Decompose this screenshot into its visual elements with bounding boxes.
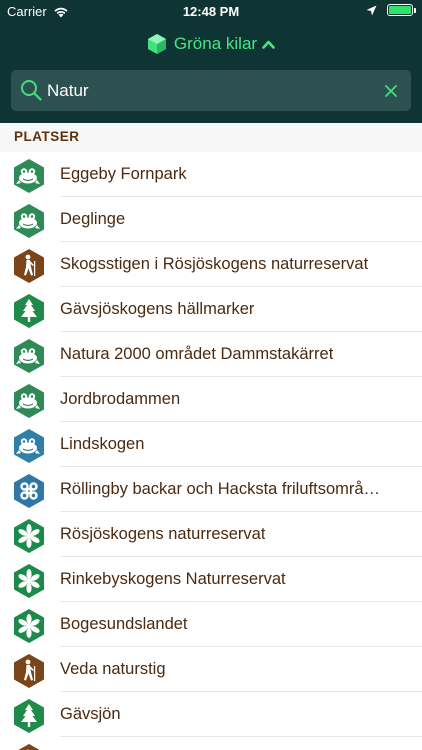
place-name: Bogesundslandet [60, 615, 188, 633]
frog-icon [14, 339, 44, 373]
playground-icon [14, 474, 44, 508]
place-name: Gävsjöskogens hällmarker [60, 300, 255, 318]
list-item[interactable]: Skogsstigen i Rösjöskogens naturreservat [0, 242, 422, 287]
battery-icon [387, 4, 413, 16]
region-selector[interactable]: Gröna kilar [0, 31, 422, 57]
list-item[interactable]: Natura 2000 området Dammstakärret [0, 332, 422, 377]
tree-icon [14, 699, 44, 733]
list-item[interactable]: Jordbrodammen [0, 377, 422, 422]
status-time: 12:48 PM [182, 4, 240, 19]
chevron-up-icon [262, 40, 275, 49]
places-list: Eggeby Fornpark Deglinge Skogsstigen i R… [0, 152, 422, 750]
frog-icon [14, 159, 44, 193]
list-item[interactable]: Bogesundslandet [0, 602, 422, 647]
frog-icon [14, 204, 44, 238]
list-item[interactable]: Gävsjöskogens hällmarker [0, 287, 422, 332]
flower-icon [14, 519, 44, 553]
list-item[interactable]: Eggeby Fornpark [0, 152, 422, 197]
green-wedge-logo-icon [147, 34, 166, 54]
place-name: Eggeby Fornpark [60, 165, 187, 183]
list-item[interactable]: Rinkebyskogens Naturreservat [0, 557, 422, 602]
place-name: Deglinge [60, 210, 126, 228]
section-title: PLATSER [14, 129, 80, 144]
region-title: Gröna kilar [173, 34, 258, 53]
flower-icon [14, 564, 44, 598]
list-item[interactable]: Gävsjön [0, 692, 422, 737]
flower-icon [14, 609, 44, 643]
list-item[interactable]: Deglinge [0, 197, 422, 242]
place-name: Natura 2000 området Dammstakärret [60, 345, 334, 363]
place-name: Lindskogen [60, 435, 145, 453]
place-name: Gävsjön [60, 705, 121, 723]
place-name: Veda naturstig [60, 660, 166, 678]
list-item[interactable]: Röllingby backar och Hacksta friluftsomr… [0, 467, 422, 512]
clear-search-icon[interactable] [384, 84, 398, 98]
frog-icon [14, 384, 44, 418]
search-icon [21, 80, 42, 101]
search-input[interactable] [47, 75, 377, 106]
status-bar: Carrier 12:48 PM [0, 0, 422, 24]
place-name: Röllingby backar och Hacksta friluftsomr… [60, 480, 381, 498]
place-name: Jordbrodammen [60, 390, 181, 408]
tree-icon [14, 294, 44, 328]
search-bar [11, 70, 411, 111]
hiker-icon [14, 654, 44, 688]
hiker-icon [18, 744, 40, 750]
section-header-places: PLATSER [0, 123, 422, 152]
location-arrow-icon [366, 5, 377, 15]
place-name: Skogsstigen i Rösjöskogens naturreservat [60, 255, 369, 273]
place-name: Rösjöskogens naturreservat [60, 525, 266, 543]
list-item[interactable] [0, 737, 422, 750]
list-item[interactable]: Veda naturstig [0, 647, 422, 692]
list-item[interactable]: Lindskogen [0, 422, 422, 467]
list-item[interactable]: Rösjöskogens naturreservat [0, 512, 422, 557]
battery-tip [414, 7, 416, 13]
frog-icon [14, 429, 44, 463]
status-right [366, 4, 416, 16]
hiker-icon [14, 249, 44, 283]
app-header: Carrier 12:48 PM Gröna kilar [0, 0, 422, 123]
place-name: Rinkebyskogens Naturreservat [60, 570, 286, 588]
